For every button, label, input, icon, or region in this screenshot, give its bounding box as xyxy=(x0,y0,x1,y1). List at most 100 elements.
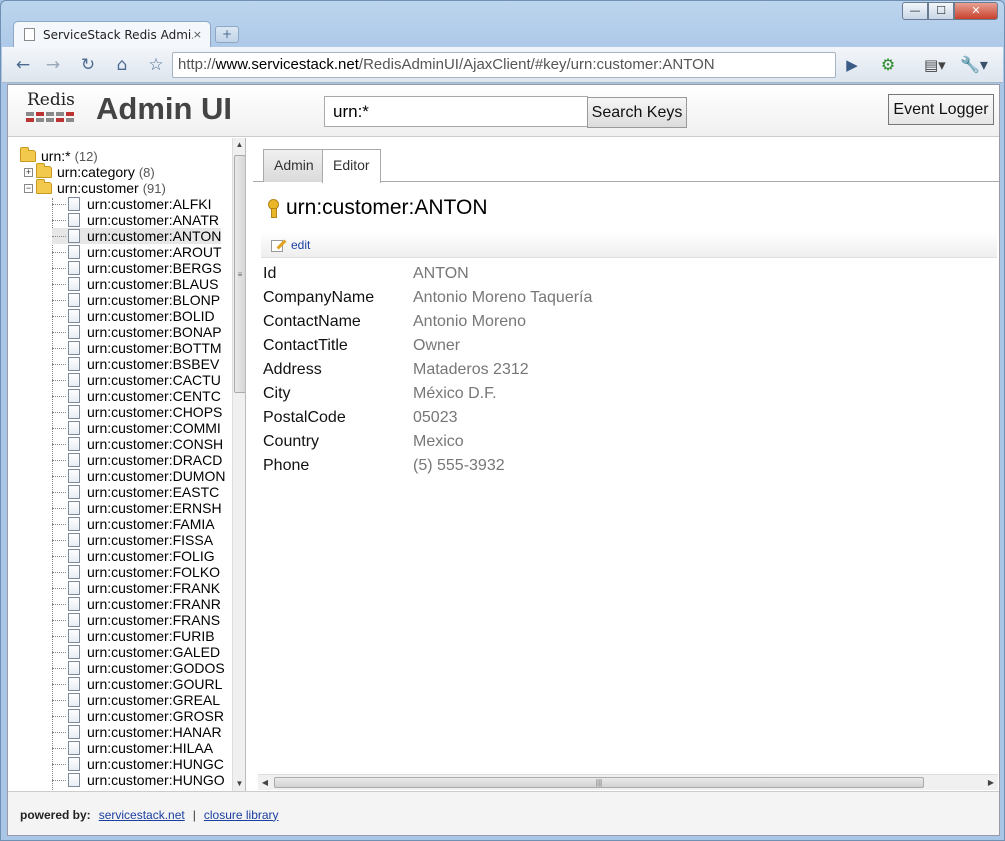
tree-item-customer[interactable]: urn:customer:HUNGO xyxy=(52,772,225,788)
edit-link[interactable]: edit xyxy=(291,238,310,252)
tree-item-customer[interactable]: urn:customer:CACTU xyxy=(52,372,221,388)
tree-item-customer[interactable]: urn:customer:FURIB xyxy=(52,628,215,644)
search-input[interactable] xyxy=(324,96,588,127)
tree-item-customer[interactable]: urn:customer:DUMON xyxy=(52,468,225,484)
page-menu-icon[interactable]: ▤▾ xyxy=(924,53,954,77)
document-icon xyxy=(68,725,80,739)
tree-item-customer[interactable]: urn:customer:BSBEV xyxy=(52,356,219,372)
tree-item-customer[interactable]: urn:customer:ALFKI xyxy=(52,196,212,212)
scroll-left-arrow-icon[interactable]: ◀ xyxy=(258,775,272,790)
tree-item-label: urn:customer:HANAR xyxy=(87,724,222,740)
tree-node-root[interactable]: urn:* (12) xyxy=(20,147,98,164)
field-row: Address Mataderos 2312 xyxy=(263,358,983,382)
tree-item-customer[interactable]: urn:customer:CENTC xyxy=(52,388,221,404)
tree-item-customer[interactable]: urn:customer:BOLID xyxy=(52,308,215,324)
tree-item-customer[interactable]: urn:customer:HILAA xyxy=(52,740,213,756)
tree-node-count: (12) xyxy=(74,148,98,164)
bookmark-star-icon[interactable]: ☆ xyxy=(144,53,168,77)
scrollbar-thumb[interactable]: ||| xyxy=(274,777,924,788)
tree-item-label: urn:customer:BLAUS xyxy=(87,276,219,292)
tree-node-label: urn:customer xyxy=(57,180,139,196)
tree-item-customer[interactable]: urn:customer:BONAP xyxy=(52,324,222,340)
go-arrow-icon[interactable]: ▶ xyxy=(840,53,864,77)
field-value: (5) 555-3932 xyxy=(413,457,505,474)
tree-item-customer[interactable]: urn:customer:BOTTM xyxy=(52,340,222,356)
tree-item-customer[interactable]: urn:customer:COMMI xyxy=(52,420,221,436)
field-row: Phone (5) 555-3932 xyxy=(263,454,983,478)
document-icon xyxy=(68,597,80,611)
home-icon[interactable]: ⌂ xyxy=(110,53,134,77)
tab-editor[interactable]: Editor xyxy=(322,149,381,183)
tree-item-customer[interactable]: urn:customer:ANTON xyxy=(52,228,222,244)
tree-scrollbar[interactable]: ▲ ≡ ▼ xyxy=(232,138,245,791)
document-icon xyxy=(68,357,80,371)
tree-item-customer[interactable]: urn:customer:GODOS xyxy=(52,660,225,676)
wrench-menu-icon[interactable]: 🔧▾ xyxy=(960,53,992,77)
document-icon xyxy=(68,645,80,659)
address-bar[interactable]: http://www.servicestack.net/RedisAdminUI… xyxy=(172,52,836,78)
tree-item-customer[interactable]: urn:customer:FAMIA xyxy=(52,516,215,532)
tree-item-customer[interactable]: urn:customer:CONSH xyxy=(52,436,223,452)
document-icon xyxy=(68,485,80,499)
tree-node-customer[interactable]: − urn:customer (91) xyxy=(24,179,166,196)
reload-icon[interactable]: ↻ xyxy=(76,53,100,77)
tree-connector xyxy=(52,507,66,509)
scroll-up-arrow-icon[interactable]: ▲ xyxy=(233,138,245,152)
tree-item-customer[interactable]: urn:customer:AROUT xyxy=(52,244,222,260)
forward-arrow-icon[interactable]: → xyxy=(41,53,65,77)
new-tab-button[interactable]: + xyxy=(215,26,239,43)
tree-connector xyxy=(52,363,66,365)
document-icon xyxy=(68,661,80,675)
tree-connector xyxy=(52,203,66,205)
event-logger-button[interactable]: Event Logger xyxy=(888,94,994,125)
tree-item-customer[interactable]: urn:customer:CHOPS xyxy=(52,404,222,420)
tab-admin[interactable]: Admin xyxy=(263,149,325,182)
tree-item-customer[interactable]: urn:customer:FRANS xyxy=(52,612,220,628)
tree-item-customer[interactable]: urn:customer:GOURL xyxy=(52,676,222,692)
browser-tab[interactable]: ServiceStack Redis Admi... × xyxy=(13,21,211,47)
tree-item-customer[interactable]: urn:customer:FISSA xyxy=(52,532,213,548)
tree-item-customer[interactable]: urn:customer:GROSR xyxy=(52,708,224,724)
search-keys-button[interactable]: Search Keys xyxy=(587,97,687,128)
tree-item-customer[interactable]: urn:customer:EASTC xyxy=(52,484,219,500)
tree-item-customer[interactable]: urn:customer:FRANR xyxy=(52,596,221,612)
minimize-button[interactable]: — xyxy=(902,2,928,20)
key-icon xyxy=(267,199,279,218)
back-arrow-icon[interactable]: ← xyxy=(11,53,35,77)
tree-item-customer[interactable]: urn:customer:ANATR xyxy=(52,212,219,228)
browser-toolbar: ← → ↻ ⌂ ☆ http://www.servicestack.net/Re… xyxy=(2,47,1003,83)
tree-item-customer[interactable]: urn:customer:HANAR xyxy=(52,724,222,740)
tree-item-customer[interactable]: urn:customer:BLAUS xyxy=(52,276,219,292)
scroll-down-arrow-icon[interactable]: ▼ xyxy=(233,777,245,791)
collapse-minus-icon[interactable]: − xyxy=(24,183,33,193)
tree-item-customer[interactable]: urn:customer:BERGS xyxy=(52,260,222,276)
url-path: /RedisAdminUI/AjaxClient/#key/urn:custom… xyxy=(358,56,715,73)
tree-item-customer[interactable]: urn:customer:FOLIG xyxy=(52,548,215,564)
tree-item-customer[interactable]: urn:customer:FOLKO xyxy=(52,564,220,580)
tree-item-customer[interactable]: urn:customer:FRANK xyxy=(52,580,220,596)
tree-item-customer[interactable]: urn:customer:HUNGC xyxy=(52,756,224,772)
field-name: Address xyxy=(263,361,322,378)
extension-icon[interactable]: ⚙ xyxy=(876,53,900,77)
tree-item-customer[interactable]: urn:customer:GREAL xyxy=(52,692,220,708)
tree-item-customer[interactable]: urn:customer:GALED xyxy=(52,644,220,660)
tree-connector xyxy=(52,699,66,701)
maximize-button[interactable]: ☐ xyxy=(928,2,954,20)
field-list: Id ANTON CompanyName Antonio Moreno Taquerí… xyxy=(263,262,983,478)
close-window-button[interactable]: ✕ xyxy=(954,2,998,20)
expand-plus-icon[interactable]: + xyxy=(24,167,33,177)
tree-item-customer[interactable]: urn:customer:DRACD xyxy=(52,452,222,468)
tree-connector xyxy=(52,651,66,653)
scroll-right-arrow-icon[interactable]: ▶ xyxy=(984,775,998,790)
tree-item-customer[interactable]: urn:customer:ERNSH xyxy=(52,500,222,516)
tree-item-label: urn:customer:HUNGC xyxy=(87,756,224,772)
tree-connector xyxy=(52,491,66,493)
scrollbar-thumb[interactable]: ≡ xyxy=(234,155,245,393)
tree-item-customer[interactable]: urn:customer:BLONP xyxy=(52,292,220,308)
tab-close-icon[interactable]: × xyxy=(193,28,202,41)
tree-node-category[interactable]: + urn:category (8) xyxy=(24,163,155,180)
servicestack-link[interactable]: servicestack.net xyxy=(99,808,185,822)
editor-horizontal-scrollbar[interactable]: ◀ ||| ▶ xyxy=(258,774,998,790)
closure-library-link[interactable]: closure library xyxy=(204,808,279,822)
folder-icon xyxy=(36,163,52,178)
